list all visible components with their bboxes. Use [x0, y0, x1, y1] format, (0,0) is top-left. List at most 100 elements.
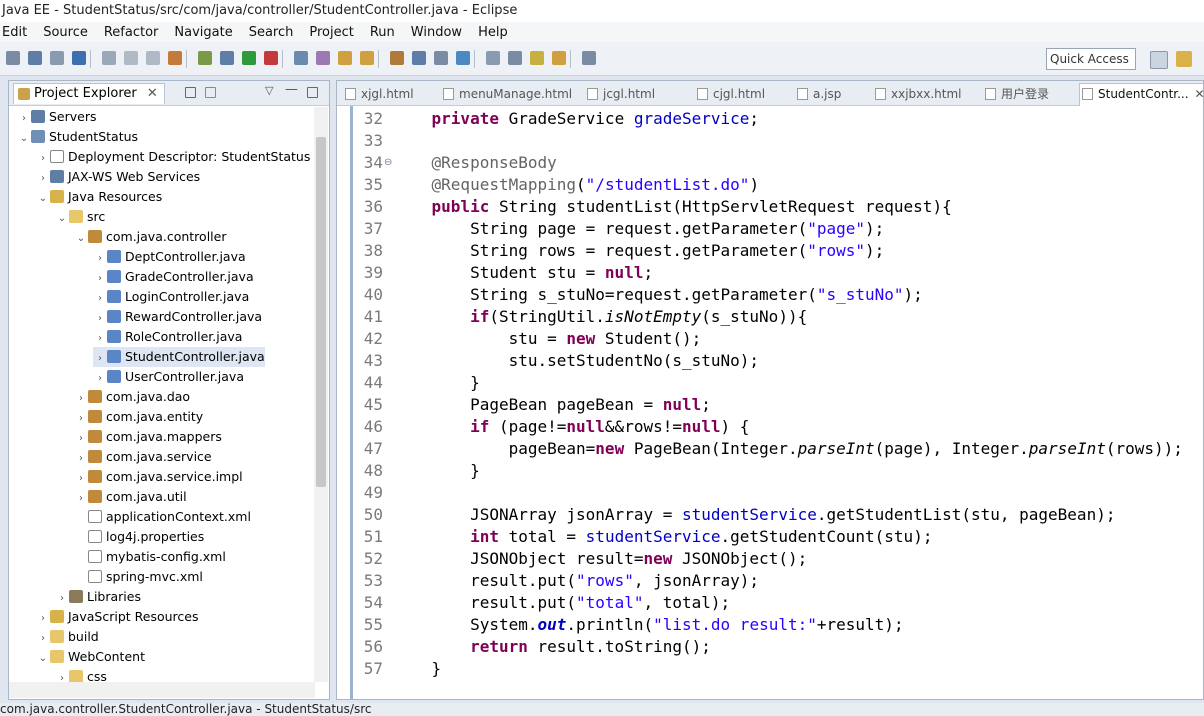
explorer-horizontal-scrollbar[interactable]: [9, 682, 315, 698]
tree-item[interactable]: › JAX-WS Web Services: [36, 167, 200, 187]
toolbar-tool-21-icon[interactable]: [486, 51, 500, 65]
toolbar-tool-12-icon[interactable]: [264, 51, 278, 65]
tree-item[interactable]: mybatis-config.xml: [74, 547, 226, 567]
tree-item[interactable]: ⌄ src: [55, 207, 105, 227]
code-line[interactable]: JSONArray jsonArray = studentService.get…: [393, 504, 1115, 526]
expand-toggle-icon[interactable]: ›: [36, 609, 50, 629]
tree-item[interactable]: › UserController.java: [93, 367, 244, 387]
toolbar-tool-24-icon[interactable]: [552, 51, 566, 65]
toolbar-tool-13-icon[interactable]: [294, 51, 308, 65]
toolbar-tool-16-icon[interactable]: [360, 51, 374, 65]
toolbar-tool-4-icon[interactable]: [72, 51, 86, 65]
tree-item[interactable]: › com.java.dao: [74, 387, 190, 407]
editor-tab[interactable]: xjgl.html: [343, 84, 414, 104]
tree-item[interactable]: ⌄ com.java.controller: [74, 227, 227, 249]
code-line[interactable]: PageBean pageBean = null;: [393, 394, 711, 416]
toolbar-tool-10-icon[interactable]: [220, 51, 234, 65]
menu-search[interactable]: Search: [241, 25, 302, 40]
tree-item[interactable]: › Servers: [17, 107, 97, 127]
tree-item[interactable]: › build: [36, 627, 99, 647]
tree-item[interactable]: › com.java.service: [74, 447, 212, 467]
toolbar-tool-2-icon[interactable]: [28, 51, 42, 65]
code-line[interactable]: stu.setStudentNo(s_stuNo);: [393, 350, 759, 372]
code-line[interactable]: private GradeService gradeService;: [393, 108, 760, 130]
expand-toggle-icon[interactable]: ›: [93, 369, 107, 389]
editor-tab[interactable]: StudentContr... ✕: [1079, 83, 1203, 106]
toolbar-tool-1-icon[interactable]: [6, 51, 20, 65]
code-line[interactable]: String page = request.getParameter("page…: [393, 218, 884, 240]
menu-project[interactable]: Project: [301, 25, 361, 40]
menu-source[interactable]: Source: [35, 25, 96, 40]
toolbar-tool-5-icon[interactable]: [102, 51, 116, 65]
tree-item[interactable]: › com.java.util: [74, 487, 187, 507]
tree-item[interactable]: ⌄ Java Resources: [36, 187, 162, 207]
tree-item[interactable]: ⌄ WebContent: [36, 647, 145, 667]
code-line[interactable]: System.out.println("list.do result:"+res…: [393, 614, 904, 636]
toolbar-tool-19-icon[interactable]: [434, 51, 448, 65]
tree-item[interactable]: › RewardController.java: [93, 307, 262, 327]
expand-toggle-icon[interactable]: ›: [36, 169, 50, 189]
expand-toggle-icon[interactable]: ›: [93, 289, 107, 309]
link-editor-icon[interactable]: [205, 87, 216, 98]
tree-item[interactable]: › RoleController.java: [93, 327, 242, 347]
expand-toggle-icon[interactable]: ›: [74, 429, 88, 449]
editor-tab[interactable]: cjgl.html: [695, 84, 765, 104]
toolbar-tool-7-icon[interactable]: [146, 51, 160, 65]
maximize-icon[interactable]: [307, 87, 318, 98]
tree-item[interactable]: › StudentController.java: [93, 347, 265, 367]
expand-toggle-icon[interactable]: ›: [93, 249, 107, 269]
expand-toggle-icon[interactable]: ›: [93, 269, 107, 289]
expand-toggle-icon[interactable]: ⌄: [74, 229, 88, 249]
code-line[interactable]: int total = studentService.getStudentCou…: [393, 526, 932, 548]
toolbar-tool-18-icon[interactable]: [412, 51, 426, 65]
toolbar-tool-3-icon[interactable]: [50, 51, 64, 65]
view-menu-icon[interactable]: ▽: [265, 84, 273, 97]
code-line[interactable]: return result.toString();: [393, 636, 711, 658]
tree-item[interactable]: › LoginController.java: [93, 287, 249, 307]
toolbar-tool-20-icon[interactable]: [456, 51, 470, 65]
explorer-vertical-scrollbar[interactable]: [314, 107, 328, 682]
expand-toggle-icon[interactable]: ⌄: [55, 209, 69, 229]
scroll-thumb[interactable]: [316, 137, 326, 487]
code-line[interactable]: @RequestMapping("/studentList.do"): [393, 174, 760, 196]
expand-toggle-icon[interactable]: ⌄: [36, 649, 50, 669]
expand-toggle-icon[interactable]: ›: [74, 389, 88, 409]
code-line[interactable]: if (page!=null&&rows!=null) {: [393, 416, 749, 438]
expand-toggle-icon[interactable]: ⌄: [17, 129, 31, 149]
toolbar-tool-14-icon[interactable]: [316, 51, 330, 65]
toolbar-tool-17-icon[interactable]: [390, 51, 404, 65]
code-line[interactable]: @ResponseBody: [393, 152, 557, 174]
fold-toggle-icon[interactable]: ⊖: [384, 152, 392, 174]
project-explorer-tab[interactable]: Project Explorer ✕: [13, 83, 165, 104]
editor-tab[interactable]: xxjbxx.html: [873, 84, 962, 104]
quick-access-input[interactable]: Quick Access: [1046, 48, 1136, 70]
expand-toggle-icon[interactable]: ›: [74, 409, 88, 429]
tree-item[interactable]: › com.java.service.impl: [74, 467, 243, 487]
toolbar-tool-15-icon[interactable]: [338, 51, 352, 65]
tree-item[interactable]: › GradeController.java: [93, 267, 254, 287]
open-perspective-icon[interactable]: [1150, 51, 1168, 69]
tree-item[interactable]: › com.java.mappers: [74, 427, 222, 447]
expand-toggle-icon[interactable]: ›: [93, 329, 107, 349]
collapse-all-icon[interactable]: [185, 87, 196, 98]
code-line[interactable]: public String studentList(HttpServletReq…: [393, 196, 952, 218]
editor-tab[interactable]: jcgl.html: [585, 84, 655, 104]
menu-window[interactable]: Window: [403, 25, 470, 40]
expand-toggle-icon[interactable]: ›: [74, 469, 88, 489]
code-line[interactable]: pageBean=new PageBean(Integer.parseInt(p…: [393, 438, 1183, 460]
editor-tab[interactable]: menuManage.html: [441, 84, 572, 104]
toolbar-tool-23-icon[interactable]: [530, 51, 544, 65]
tree-item[interactable]: ⌄ StudentStatus: [17, 127, 138, 147]
menu-help[interactable]: Help: [470, 25, 516, 40]
code-line[interactable]: result.put("rows", jsonArray);: [393, 570, 759, 592]
code-line[interactable]: String s_stuNo=request.getParameter("s_s…: [393, 284, 923, 306]
expand-toggle-icon[interactable]: ›: [36, 629, 50, 649]
tree-item[interactable]: › JavaScript Resources: [36, 607, 198, 627]
tree-item[interactable]: › Libraries: [55, 587, 141, 607]
expand-toggle-icon[interactable]: ›: [36, 149, 50, 169]
tree-item[interactable]: › DeptController.java: [93, 247, 246, 267]
toolbar-tool-11-icon[interactable]: [242, 51, 256, 65]
code-line[interactable]: result.put("total", total);: [393, 592, 730, 614]
tree-item[interactable]: applicationContext.xml: [74, 507, 251, 527]
code-line[interactable]: }: [393, 658, 442, 680]
